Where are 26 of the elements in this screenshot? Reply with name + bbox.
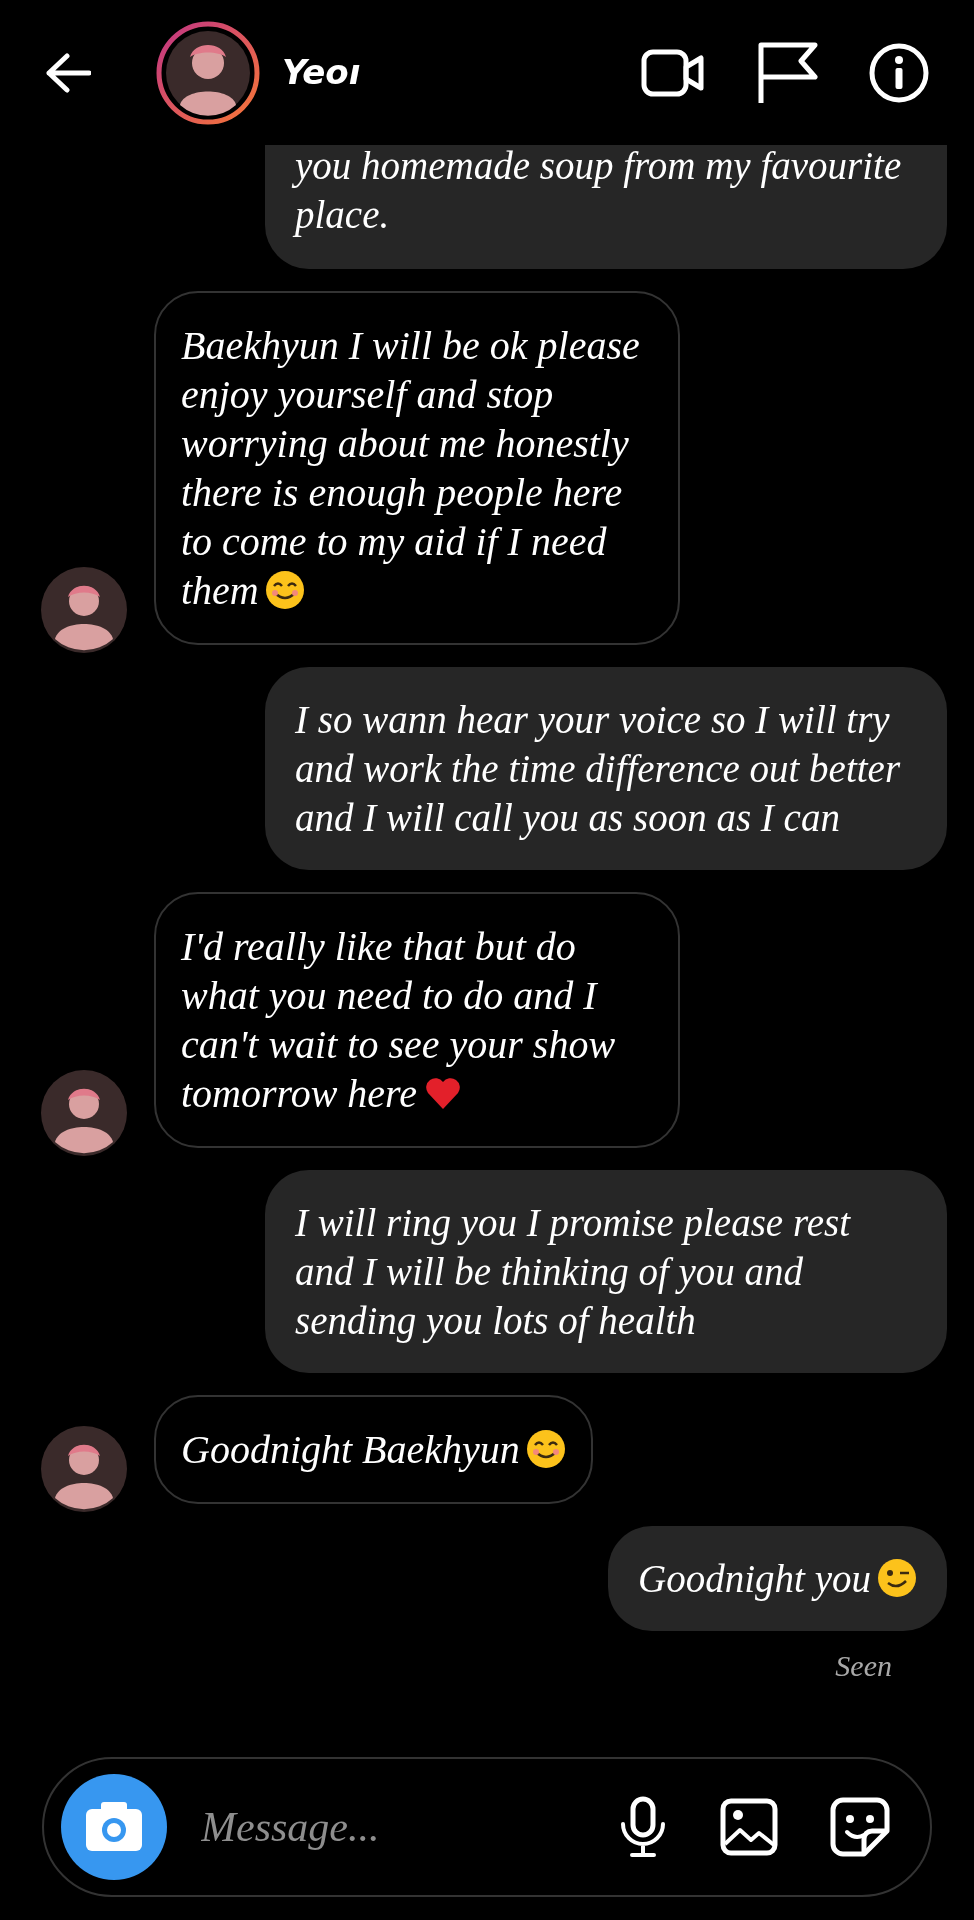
back-icon[interactable] — [45, 52, 91, 93]
message-composer[interactable]: Message... — [42, 1757, 932, 1897]
flag-icon[interactable] — [757, 40, 819, 105]
received-message: I'd really like that but do what you need to do and I can't wait to see your show tomorrow here — [154, 892, 680, 1148]
seen-status: Seen — [835, 1648, 892, 1684]
avatar[interactable] — [156, 20, 260, 125]
avatar[interactable] — [41, 1070, 127, 1156]
received-message: Baekhyun I will be ok please enjoy yourself and stop worrying about me honestly there is enough people here to come to my aid if I need them — [154, 291, 680, 645]
sent-message: I will ring you I promise please rest and I will be thinking of you and sending you lots of health — [265, 1170, 947, 1373]
microphone-icon[interactable] — [618, 1796, 668, 1858]
smile-emoji-icon — [525, 1429, 566, 1469]
sent-message: I so wann hear your voice so I will try and work the time difference out better and I will call you as soon as I can — [265, 667, 947, 870]
contact-name: Yeoı — [282, 51, 361, 94]
info-icon[interactable] — [869, 42, 929, 103]
video-call-icon[interactable] — [641, 47, 707, 98]
smile-emoji-icon — [264, 570, 305, 610]
sent-message: you homemade soup from my favourite place. — [265, 145, 947, 269]
wink-emoji-icon — [877, 1558, 917, 1598]
avatar[interactable] — [41, 1426, 127, 1512]
camera-button[interactable] — [61, 1774, 167, 1880]
avatar[interactable] — [41, 567, 127, 653]
message-input[interactable]: Message... — [201, 1795, 501, 1859]
sent-message: Goodnight you — [608, 1526, 947, 1631]
gallery-icon[interactable] — [720, 1798, 778, 1856]
received-message: Goodnight Baekhyun — [154, 1395, 593, 1504]
sticker-icon[interactable] — [830, 1797, 890, 1857]
